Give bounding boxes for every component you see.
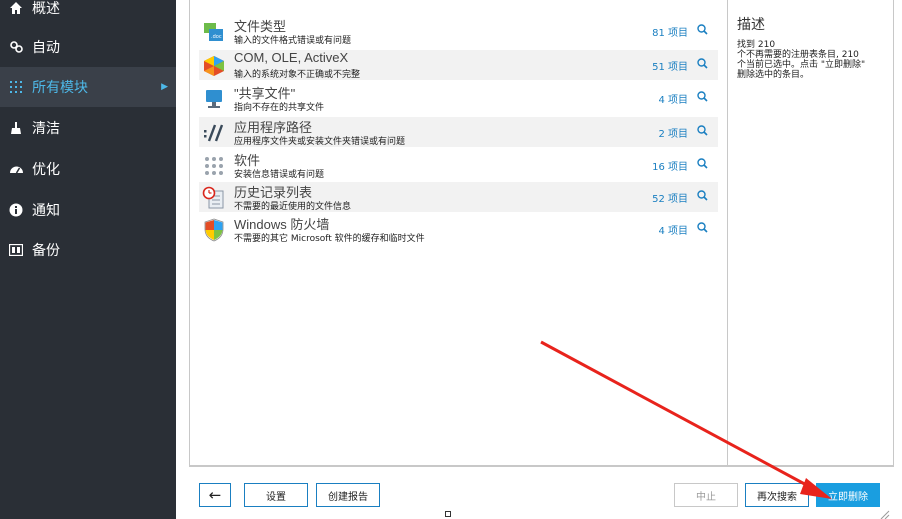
list-item[interactable]: Windows 防火墙 不需要的其它 Microsoft 软件的缓存和临时文件 … xyxy=(199,214,718,244)
cursor-marker xyxy=(445,511,451,517)
sidebar-item-label: 备份 xyxy=(32,243,60,259)
list-item[interactable]: 应用程序路径 应用程序文件夹或安装文件夹错误或有问题 2 项目 xyxy=(199,117,718,147)
software-icon xyxy=(202,154,226,178)
file-type-icon: .doc xyxy=(202,20,226,44)
list-item[interactable]: 软件 安装信息错误或有问题 16 项目 xyxy=(199,150,718,180)
grid-icon xyxy=(2,80,30,94)
category-description: 不需要的最近使用的文件信息 xyxy=(234,202,352,212)
category-count: 4 项目 xyxy=(658,226,688,237)
search-icon[interactable] xyxy=(696,156,710,170)
description-line: 删除选中的条目。 xyxy=(737,70,810,80)
svg-text:.doc: .doc xyxy=(211,34,222,40)
toolbar-divider xyxy=(189,466,894,467)
category-count: 81 项目 xyxy=(652,28,688,39)
category-description: 安装信息错误或有问题 xyxy=(234,170,325,180)
search-icon[interactable] xyxy=(696,56,710,70)
category-count: 52 项目 xyxy=(652,194,688,205)
sidebar-item-optimize[interactable]: 优化 xyxy=(0,149,176,189)
com-ole-icon xyxy=(202,54,226,78)
search-icon[interactable] xyxy=(696,220,710,234)
category-count: 16 项目 xyxy=(652,162,688,173)
sidebar-item-overview[interactable]: 概述 xyxy=(0,0,176,28)
description-line: 个当前已选中。点击 "立即删除" xyxy=(737,60,866,70)
sidebar: 概述 自动 所有模块 ▶ 清洁 优化 通知 备份 xyxy=(0,0,176,519)
broom-icon xyxy=(2,121,30,135)
sidebar-item-label: 清洁 xyxy=(32,121,60,137)
search-icon[interactable] xyxy=(696,89,710,103)
list-item[interactable]: COM, OLE, ActiveX 输入的系统对象不正确或不完整 51 项目 xyxy=(199,50,718,80)
sidebar-item-label: 所有模块 xyxy=(32,80,88,96)
backup-icon xyxy=(2,244,30,256)
category-count: 51 项目 xyxy=(652,62,688,73)
delete-now-button[interactable]: 立即删除 xyxy=(816,483,880,507)
settings-button[interactable]: 设置 xyxy=(244,483,308,507)
app-path-icon xyxy=(202,121,226,145)
rescan-button[interactable]: 再次搜索 xyxy=(745,483,809,507)
category-title: COM, OLE, ActiveX xyxy=(234,50,349,65)
search-icon[interactable] xyxy=(696,123,710,137)
sidebar-item-label: 优化 xyxy=(32,162,60,178)
category-description: 应用程序文件夹或安装文件夹错误或有问题 xyxy=(234,137,406,147)
category-count: 4 项目 xyxy=(658,95,688,106)
list-item[interactable]: .doc 文件类型 输入的文件格式错误或有问题 81 项目 xyxy=(199,16,718,46)
search-icon[interactable] xyxy=(696,188,710,202)
category-description: 输入的系统对象不正确或不完整 xyxy=(234,70,361,80)
resize-grip-icon[interactable] xyxy=(878,505,890,519)
sidebar-item-label: 自动 xyxy=(32,40,60,56)
stop-button[interactable]: 中止 xyxy=(674,483,738,507)
shared-file-icon xyxy=(202,87,226,111)
category-count: 2 项目 xyxy=(658,129,688,140)
sidebar-item-clean[interactable]: 清洁 xyxy=(0,108,176,148)
description-line: 个不再需要的注册表条目, 210 xyxy=(737,50,859,60)
back-button[interactable]: ← xyxy=(199,483,231,507)
history-icon xyxy=(202,186,226,210)
speedometer-icon xyxy=(2,162,30,176)
category-description: 不需要的其它 Microsoft 软件的缓存和临时文件 xyxy=(234,234,425,244)
firewall-icon xyxy=(202,218,226,242)
sidebar-item-backup[interactable]: 备份 xyxy=(0,230,176,270)
app-window: 概述 自动 所有模块 ▶ 清洁 优化 通知 备份 .doc 文件类型 输入的文件… xyxy=(0,0,902,519)
chevron-right-icon: ▶ xyxy=(161,82,168,92)
pane-divider xyxy=(727,0,728,466)
search-icon[interactable] xyxy=(696,22,710,36)
sidebar-item-all-modules[interactable]: 所有模块 ▶ xyxy=(0,67,176,107)
description-line: 找到 210 xyxy=(737,40,776,50)
sidebar-item-auto[interactable]: 自动 xyxy=(0,27,176,67)
description-text: 找到 210 个不再需要的注册表条目, 210 个当前已选中。点击 "立即删除"… xyxy=(737,40,887,80)
list-item[interactable]: 历史记录列表 不需要的最近使用的文件信息 52 项目 xyxy=(199,182,718,212)
category-description: 指向不存在的共享文件 xyxy=(234,103,325,113)
home-icon xyxy=(2,1,30,15)
auto-icon xyxy=(2,40,30,54)
description-title: 描述 xyxy=(737,17,765,33)
create-report-button[interactable]: 创建报告 xyxy=(316,483,380,507)
sidebar-item-label: 通知 xyxy=(32,203,60,219)
category-description: 输入的文件格式错误或有问题 xyxy=(234,36,352,46)
sidebar-item-label: 概述 xyxy=(32,1,60,17)
info-icon xyxy=(2,203,30,217)
sidebar-item-notify[interactable]: 通知 xyxy=(0,190,176,230)
list-item[interactable]: "共享文件" 指向不存在的共享文件 4 项目 xyxy=(199,83,718,113)
